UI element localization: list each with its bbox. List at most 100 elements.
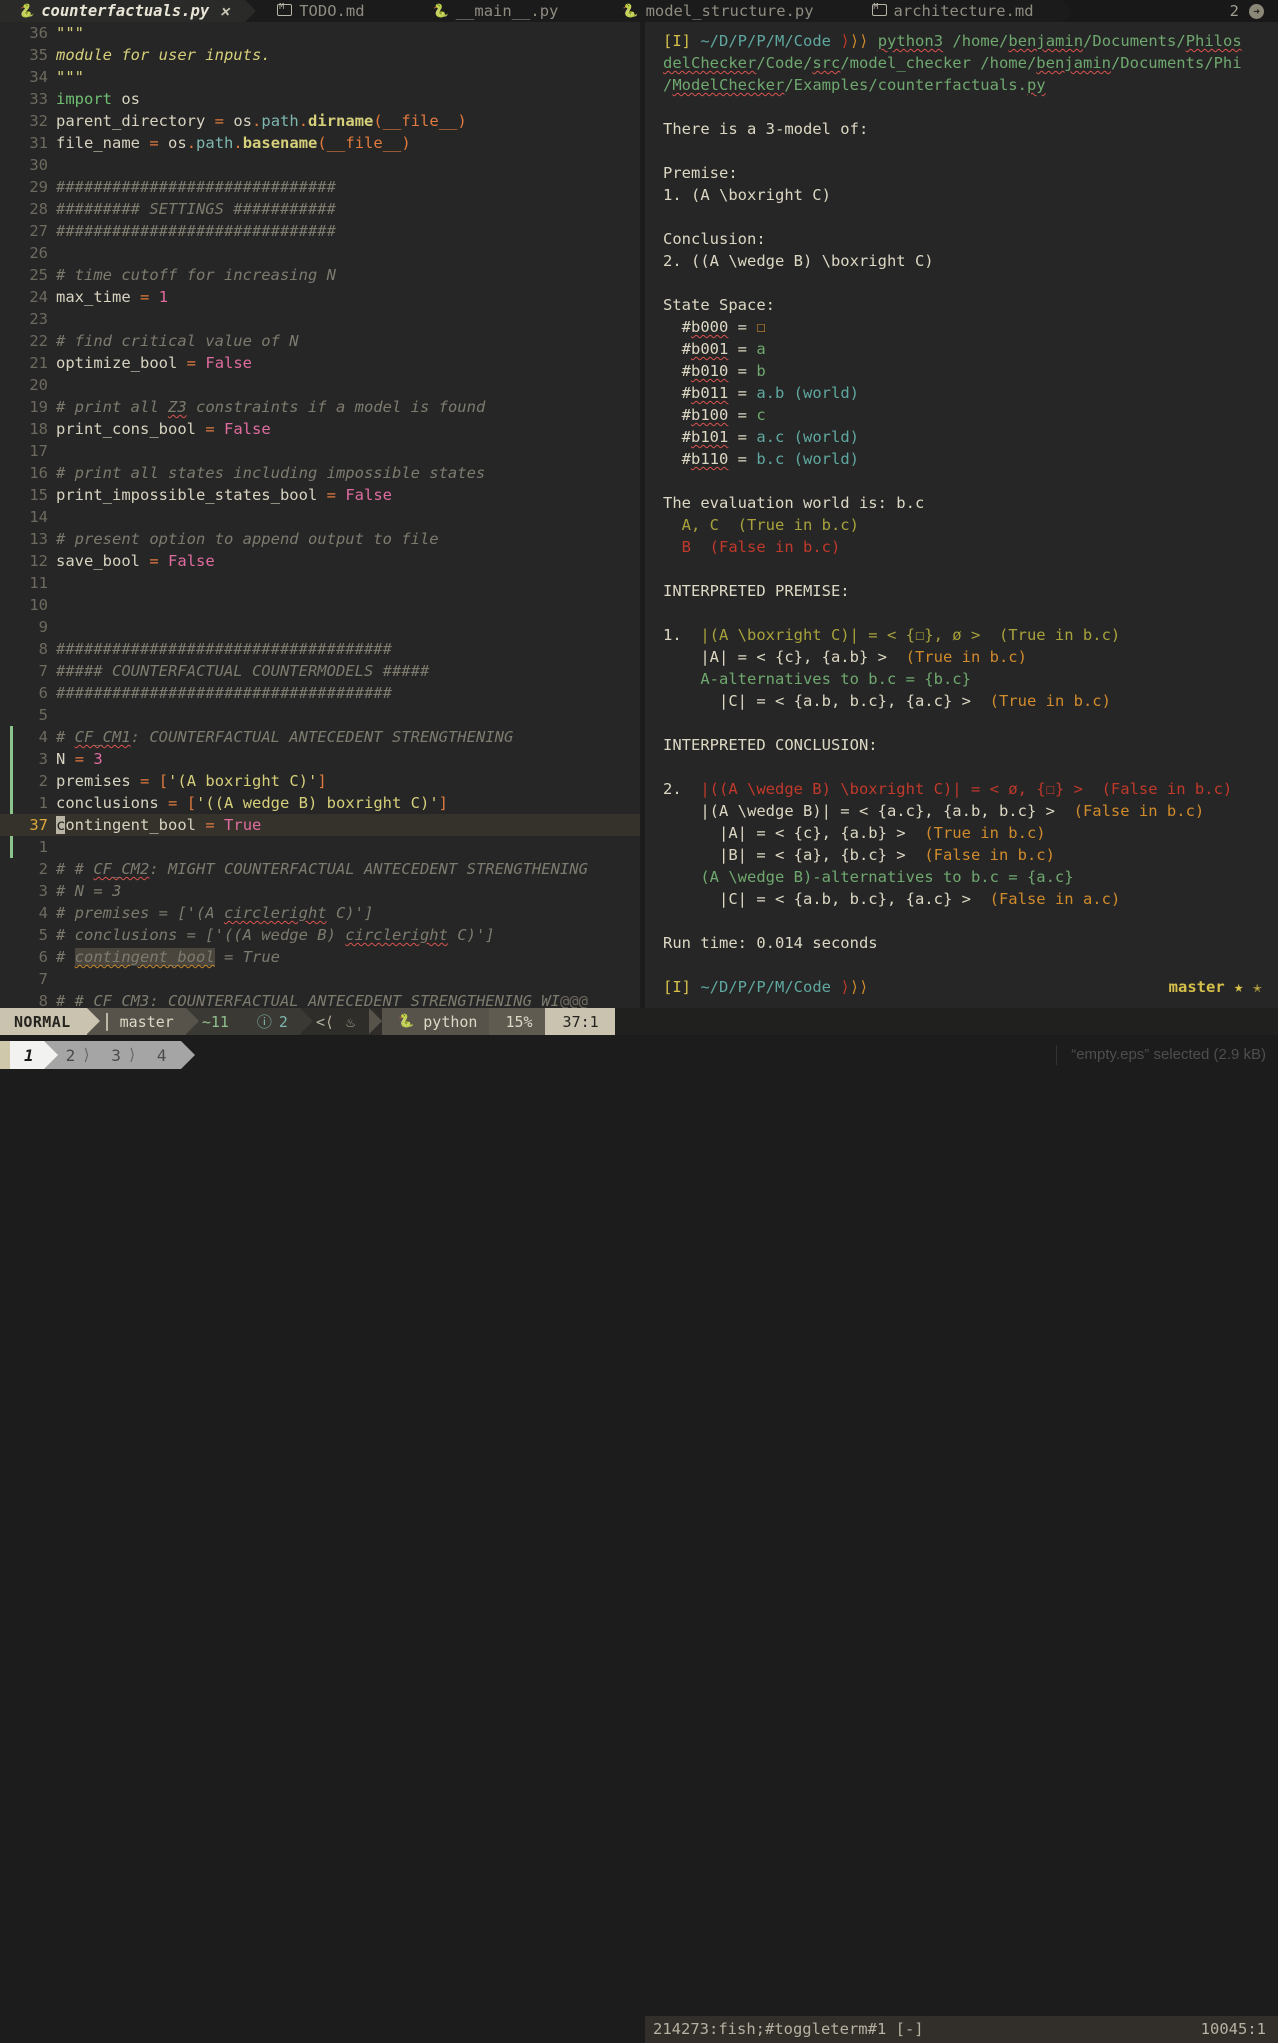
terminal-line: [I] ~/D/P/P/M/Code ⟩⟩⟩ python3 /home/ben… bbox=[663, 32, 1242, 50]
code-line[interactable]: 2 # # CF_CM2: MIGHT COUNTERFACTUAL ANTECE… bbox=[0, 858, 640, 880]
code-line[interactable]: 5 bbox=[0, 704, 640, 726]
main-split: 36 """ 35 module for user inputs. 34 """ 33 imp… bbox=[0, 22, 1278, 1008]
code-line[interactable]: 15 print_impossible_states_bool = False bbox=[0, 484, 640, 506]
code-line[interactable]: 26 bbox=[0, 242, 640, 264]
tab-todo-md[interactable]: TODO.md bbox=[245, 0, 414, 22]
tab-counterfactuals-py[interactable]: 🐍 counterfactuals.py ✕ bbox=[0, 0, 257, 22]
line-number: 3 bbox=[38, 882, 48, 900]
code-line[interactable]: 37 contingent_bool = True bbox=[0, 814, 640, 836]
code-line[interactable]: 12 save_bool = False bbox=[0, 550, 640, 572]
line-source: print_impossible_states_bool = False bbox=[56, 486, 392, 504]
close-circle-icon[interactable]: ➜ bbox=[1249, 3, 1264, 19]
tab-main-py[interactable]: 🐍 __main__.py bbox=[402, 0, 604, 22]
line-number: 21 bbox=[29, 354, 48, 372]
code-line[interactable]: 6 # contingent_bool = True bbox=[0, 946, 640, 968]
code-line[interactable]: 35 module for user inputs. bbox=[0, 44, 640, 66]
code-line[interactable]: 2 premises = ['(A boxright C)'] bbox=[0, 770, 640, 792]
code-line[interactable]: 33 import os bbox=[0, 88, 640, 110]
code-line[interactable]: 5 # conclusions = ['((A wedge B) circleri… bbox=[0, 924, 640, 946]
line-number: 8 bbox=[38, 992, 48, 1008]
code-line[interactable]: 25 # time cutoff for increasing N bbox=[0, 264, 640, 286]
line-source: """ bbox=[56, 68, 84, 86]
terminal-output: [I] ~/D/P/P/M/Code ⟩⟩⟩ python3 /home/ben… bbox=[645, 22, 1278, 998]
code-line[interactable]: 14 bbox=[0, 506, 640, 528]
git-branch[interactable]: ⎮ master bbox=[86, 1008, 199, 1035]
line-source: # print all states including impossible … bbox=[56, 464, 486, 482]
code-line[interactable]: 1 conclusions = ['((A wedge B) boxright C… bbox=[0, 792, 640, 814]
code-line[interactable]: 32 parent_directory = os.path.dirname(__f… bbox=[0, 110, 640, 132]
code-line[interactable]: 8 # # CF_CM3: COUNTERFACTUAL ANTECEDENT S… bbox=[0, 990, 640, 1008]
line-source: contingent_bool = True bbox=[56, 816, 262, 834]
line-number: 30 bbox=[29, 156, 48, 174]
line-source: optimize_bool = False bbox=[56, 354, 253, 372]
code-line[interactable]: 21 optimize_bool = False bbox=[0, 352, 640, 374]
tab-label: architecture.md bbox=[893, 2, 1034, 20]
terminal-line: 1. (A \boxright C) bbox=[663, 186, 831, 204]
code-line[interactable]: 10 bbox=[0, 594, 640, 616]
terminal-line: |(A \wedge B)| = < {a.c}, {a.b, b.c} > (… bbox=[700, 802, 1205, 820]
code-line[interactable]: 11 bbox=[0, 572, 640, 594]
code-line[interactable]: 7 bbox=[0, 968, 640, 990]
code-line[interactable]: 19 # print all Z3 constraints if a model … bbox=[0, 396, 640, 418]
code-line[interactable]: 6 #################################### bbox=[0, 682, 640, 704]
line-source: ##### COUNTERFACTUAL COUNTERMODELS ##### bbox=[56, 662, 430, 680]
code-line[interactable]: 29 ############################## bbox=[0, 176, 640, 198]
chevron-left-icon: <⟨ bbox=[315, 1012, 335, 1031]
workspace-tab-label: 2 bbox=[65, 1045, 76, 1065]
line-number: 23 bbox=[29, 310, 48, 328]
line-number: 2 bbox=[38, 772, 48, 790]
code-line[interactable]: 13 # present option to append output to f… bbox=[0, 528, 640, 550]
code-line[interactable]: 4 # CF_CM1: COUNTERFACTUAL ANTECEDENT STR… bbox=[0, 726, 640, 748]
line-number: 3 bbox=[38, 750, 48, 768]
code-editor-pane[interactable]: 36 """ 35 module for user inputs. 34 """ 33 imp… bbox=[0, 22, 640, 1008]
code-line[interactable]: 31 file_name = os.path.basename(__file__) bbox=[0, 132, 640, 154]
workspace-tab-1[interactable]: 1 bbox=[10, 1041, 58, 1069]
code-line[interactable]: 4 # premises = ['(A circleright C)'] bbox=[0, 902, 640, 924]
line-number: 20 bbox=[29, 376, 48, 394]
code-line[interactable]: 22 # find critical value of N bbox=[0, 330, 640, 352]
code-line[interactable]: 23 bbox=[0, 308, 640, 330]
tab-model-structure-py[interactable]: 🐍 model_structure.py bbox=[592, 0, 855, 22]
close-icon[interactable]: ✕ bbox=[220, 2, 229, 20]
code-line[interactable]: 17 bbox=[0, 440, 640, 462]
code-line[interactable]: 9 bbox=[0, 616, 640, 638]
chevron-right-icon: ⟩ bbox=[81, 1045, 92, 1064]
tab-architecture-md[interactable]: architecture.md bbox=[843, 0, 1073, 22]
neovim-window: 🐍 counterfactuals.py ✕ TODO.md 🐍 __main_… bbox=[0, 0, 1278, 2043]
code-line[interactable]: 7 ##### COUNTERFACTUAL COUNTERMODELS ####… bbox=[0, 660, 640, 682]
terminal-line: |B| = < {a}, {b.c} > (False in b.c) bbox=[719, 846, 1055, 864]
terminal-pane[interactable]: [I] ~/D/P/P/M/Code ⟩⟩⟩ python3 /home/ben… bbox=[645, 22, 1278, 1008]
terminal-line: Conclusion: bbox=[663, 230, 766, 248]
file-selection-status: “empty.eps” selected (2.9 kB) bbox=[1056, 1041, 1278, 1069]
line-number: 14 bbox=[29, 508, 48, 526]
terminal-line: (A \wedge B)-alternatives to b.c = {a.c} bbox=[700, 868, 1074, 886]
code-line[interactable]: 36 """ bbox=[0, 22, 640, 44]
code-line[interactable]: 3 N = 3 bbox=[0, 748, 640, 770]
code-line[interactable]: 20 bbox=[0, 374, 640, 396]
code-line[interactable]: 27 ############################## bbox=[0, 220, 640, 242]
line-source: # time cutoff for increasing N bbox=[56, 266, 336, 284]
code-line[interactable]: 24 max_time = 1 bbox=[0, 286, 640, 308]
code-line[interactable]: 16 # print all states including impossibl… bbox=[0, 462, 640, 484]
line-source: parent_directory = os.path.dirname(__fil… bbox=[56, 112, 467, 130]
code-line[interactable]: 34 """ bbox=[0, 66, 640, 88]
mode-label: NORMAL bbox=[14, 1012, 71, 1031]
code-line[interactable]: 30 bbox=[0, 154, 640, 176]
terminal-line: [I] ~/D/P/P/M/Code ⟩⟩⟩ master ★ ✭ bbox=[663, 978, 1262, 996]
terminal-line: State Space: bbox=[663, 296, 775, 314]
line-source: conclusions = ['((A wedge B) boxright C)… bbox=[56, 794, 449, 812]
diff-modified-label: ~11 bbox=[201, 1012, 229, 1031]
line-source: # CF_CM1: COUNTERFACTUAL ANTECEDENT STRE… bbox=[56, 728, 514, 746]
terminal-line: #b000 = ☐ bbox=[681, 318, 766, 336]
code-line[interactable]: 3 # N = 3 bbox=[0, 880, 640, 902]
terminal-status-left: 214273:fish;#toggleterm#1 [-] bbox=[653, 2020, 924, 2038]
code-line[interactable]: 8 #################################### bbox=[0, 638, 640, 660]
code-line[interactable]: 18 print_cons_bool = False bbox=[0, 418, 640, 440]
line-number: 2 bbox=[38, 860, 48, 878]
code-line[interactable]: 28 ######### SETTINGS ########### bbox=[0, 198, 640, 220]
code-line[interactable]: 1 bbox=[0, 836, 640, 858]
line-source: max_time = 1 bbox=[56, 288, 169, 306]
line-number: 1 bbox=[38, 838, 48, 856]
